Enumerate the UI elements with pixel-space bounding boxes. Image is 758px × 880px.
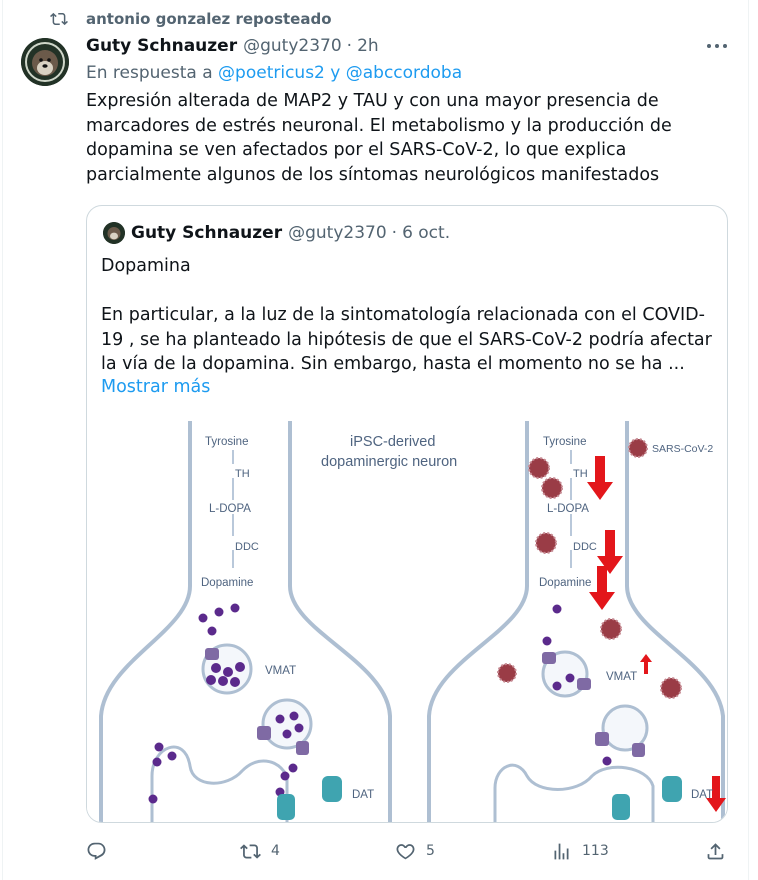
reply-user-link[interactable]: @abccordoba bbox=[346, 63, 462, 83]
left-dopamine-label: Dopamine bbox=[201, 577, 253, 589]
right-dopamine-label: Dopamine bbox=[539, 577, 591, 589]
left-ddc-label: DDC bbox=[235, 541, 259, 553]
left-dopamine-dots bbox=[198, 603, 240, 636]
quote-author-name[interactable]: Guty Schnauzer bbox=[131, 223, 282, 243]
tweet-time[interactable]: 2h bbox=[357, 36, 379, 56]
left-th-label: TH bbox=[235, 468, 250, 480]
quote-avatar[interactable] bbox=[103, 222, 125, 244]
share-icon bbox=[707, 842, 724, 859]
reply-button[interactable] bbox=[86, 836, 107, 866]
quote-paragraph: En particular, a la luz de la sintomatol… bbox=[101, 305, 712, 374]
quote-author-handle[interactable]: @guty2370 bbox=[288, 223, 387, 243]
more-options-button[interactable] bbox=[704, 36, 730, 56]
reply-icon bbox=[87, 842, 106, 860]
right-membrane-outer bbox=[625, 421, 725, 822]
author-handle[interactable]: @guty2370 bbox=[243, 36, 342, 56]
right-vmat-label: VMAT bbox=[606, 671, 637, 683]
reply-prefix: En respuesta a bbox=[86, 63, 213, 83]
retweet-button[interactable]: 4 bbox=[240, 836, 280, 866]
right-vmat-vesicle bbox=[541, 650, 591, 698]
timeline-left-border bbox=[2, 0, 3, 880]
right-vesicle-2 bbox=[595, 704, 649, 757]
left-membrane-outer bbox=[288, 421, 392, 822]
quote-body: Dopamina En particular, a la luz de la s… bbox=[101, 254, 715, 377]
tweet-header: Guty Schnauzer @guty2370 · 2h bbox=[86, 34, 379, 58]
right-membrane-outer bbox=[427, 421, 529, 822]
left-tyrosine-label: Tyrosine bbox=[205, 436, 248, 448]
retweet-count: 4 bbox=[271, 843, 280, 859]
author-avatar[interactable] bbox=[21, 38, 69, 86]
heart-icon bbox=[396, 843, 415, 859]
quote-image[interactable]: Tyrosine TH L-DOPA DDC Dopamine VMAT DAT… bbox=[87, 416, 727, 822]
views-icon bbox=[554, 843, 569, 859]
right-dopamine-dots bbox=[542, 604, 562, 646]
left-membrane-outer bbox=[99, 421, 192, 822]
more-dot-icon bbox=[715, 44, 719, 48]
meta-separator: · bbox=[391, 223, 398, 243]
quote-date[interactable]: 6 oct. bbox=[402, 223, 450, 243]
right-ddc-label: DDC bbox=[573, 541, 597, 553]
right-tyrosine-label: Tyrosine bbox=[543, 436, 586, 448]
right-ldopa-label: L-DOPA bbox=[547, 503, 589, 515]
tweet-actions: 4 5 113 bbox=[86, 836, 734, 866]
meta-separator: · bbox=[346, 36, 353, 56]
reply-user-link[interactable]: @poetricus2 bbox=[218, 63, 325, 83]
repost-icon bbox=[50, 12, 68, 26]
left-dat-label: DAT bbox=[352, 789, 374, 801]
author-name[interactable]: Guty Schnauzer bbox=[86, 36, 237, 56]
figure-title: iPSC-derived bbox=[350, 434, 435, 450]
quote-paragraph: Dopamina bbox=[101, 256, 191, 276]
right-dat-transporters bbox=[612, 776, 682, 820]
left-released-dots bbox=[148, 742, 298, 813]
right-th-label: TH bbox=[573, 468, 588, 480]
show-more-link[interactable]: Mostrar más bbox=[101, 377, 210, 397]
figure-subtitle: dopaminergic neuron bbox=[321, 454, 457, 470]
reply-joiner: y bbox=[330, 63, 341, 83]
timeline-right-border bbox=[748, 0, 749, 880]
repost-header[interactable]: antonio gonzalez reposteado bbox=[50, 8, 332, 30]
left-vesicle-2 bbox=[257, 698, 313, 755]
neuron-diagram: Tyrosine TH L-DOPA DDC Dopamine VMAT DAT… bbox=[99, 421, 726, 822]
left-vmat-label: VMAT bbox=[265, 665, 296, 677]
right-neuron bbox=[427, 421, 725, 822]
more-dot-icon bbox=[723, 44, 727, 48]
views-count: 113 bbox=[582, 843, 609, 859]
left-neuron bbox=[99, 421, 392, 822]
reply-context: En respuesta a @poetricus2 y @abccordoba bbox=[86, 63, 462, 83]
quoted-tweet[interactable]: Guty Schnauzer @guty2370 · 6 oct. Dopami… bbox=[86, 205, 728, 823]
left-ldopa-label: L-DOPA bbox=[209, 503, 251, 515]
tweet-body: Expresión alterada de MAP2 y TAU y con u… bbox=[86, 91, 672, 185]
retweet-icon bbox=[240, 843, 261, 859]
views-button[interactable]: 113 bbox=[551, 836, 609, 866]
right-dat-label: DAT bbox=[691, 789, 713, 801]
share-button[interactable] bbox=[705, 836, 726, 866]
like-button[interactable]: 5 bbox=[395, 836, 435, 866]
repost-text: antonio gonzalez reposteado bbox=[86, 10, 332, 28]
left-vmat-vesicle bbox=[201, 643, 253, 695]
more-dot-icon bbox=[707, 44, 711, 48]
virus-legend-label: SARS-CoV-2 bbox=[652, 443, 713, 455]
like-count: 5 bbox=[426, 843, 435, 859]
right-vmat-increase-arrow bbox=[640, 654, 652, 674]
quote-header: Guty Schnauzer @guty2370 · 6 oct. bbox=[103, 221, 450, 245]
